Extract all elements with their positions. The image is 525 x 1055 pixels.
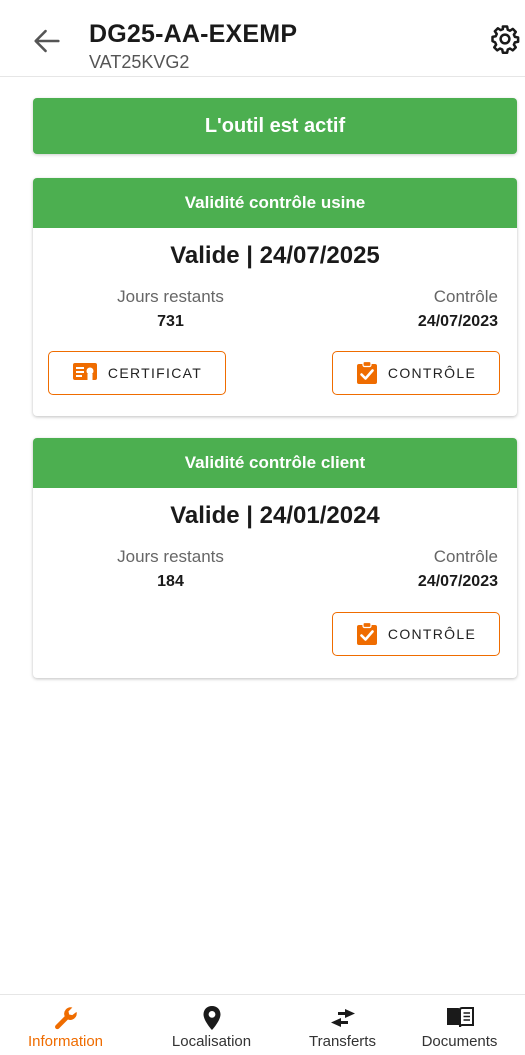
client-control-card: Validité contrôle client Valide | 24/01/…	[33, 438, 517, 678]
nav-item-documents[interactable]: Documents	[394, 995, 525, 1055]
control-button[interactable]: CONTRÔLE	[332, 351, 500, 395]
clipboard-check-icon	[356, 622, 377, 645]
clipboard-check-icon	[356, 361, 377, 384]
location-pin-icon	[203, 1006, 220, 1030]
control-date-value: 24/07/2023	[417, 573, 498, 590]
book-icon	[446, 1007, 474, 1028]
control-date-label: Contrôle	[433, 547, 498, 566]
transfer-arrows-icon	[330, 1009, 355, 1027]
nav-item-transferts[interactable]: Transferts	[277, 995, 408, 1055]
tool-active-banner: L'outil est actif	[33, 98, 517, 154]
page-subtitle: VAT25KVG2	[89, 52, 190, 72]
nav-label: Information	[27, 1033, 104, 1050]
bottom-navigation: Information Localisation Transferts Docu…	[0, 994, 525, 1055]
nav-item-information[interactable]: Information	[0, 995, 131, 1055]
nav-label: Documents	[421, 1033, 498, 1050]
remaining-days-label: Jours restants	[117, 287, 224, 306]
validity-status: Valide | 24/07/2025	[170, 242, 380, 269]
wrench-icon	[54, 1007, 77, 1030]
control-button-label: CONTRÔLE	[387, 626, 477, 642]
validity-status: Valide | 24/01/2024	[170, 502, 380, 529]
nav-label: Transferts	[309, 1033, 376, 1050]
arrow-left-icon[interactable]	[30, 24, 64, 58]
certificate-icon	[72, 363, 97, 383]
remaining-days-value: 731	[157, 313, 184, 330]
nav-label: Localisation	[171, 1033, 252, 1050]
remaining-days-label: Jours restants	[117, 547, 224, 566]
gear-icon[interactable]	[490, 24, 520, 54]
certificate-button[interactable]: CERTIFICAT	[48, 351, 226, 395]
certificate-button-label: CERTIFICAT	[107, 365, 203, 381]
card-title: Validité contrôle client	[33, 438, 517, 488]
remaining-days-value: 184	[157, 573, 184, 590]
factory-control-card: Validité contrôle usine Valide | 24/07/2…	[33, 178, 517, 416]
card-title: Validité contrôle usine	[33, 178, 517, 228]
control-button[interactable]: CONTRÔLE	[332, 612, 500, 656]
nav-item-localisation[interactable]: Localisation	[146, 995, 277, 1055]
page-title: DG25-AA-EXEMP	[89, 20, 298, 48]
control-date-label: Contrôle	[433, 287, 498, 306]
control-date-value: 24/07/2023	[417, 313, 498, 330]
top-app-bar: DG25-AA-EXEMP VAT25KVG2	[0, 0, 525, 77]
control-button-label: CONTRÔLE	[387, 365, 477, 381]
